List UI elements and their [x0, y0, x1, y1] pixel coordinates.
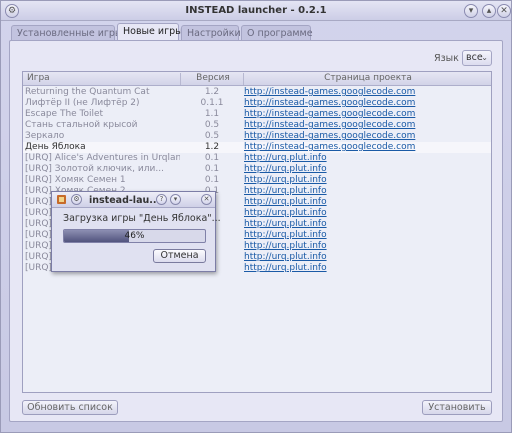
project-page-link[interactable]: http://instead-games.googlecode.com [244, 131, 491, 142]
dialog-title-bar[interactable]: ⚙ instead-lau... ? ▾ ✕ [52, 192, 215, 208]
table-header: Игра Версия Страница проекта [23, 72, 491, 86]
version-cell: 1.2 [204, 142, 220, 152]
window-title: INSTEAD launcher - 0.2.1 [185, 5, 327, 16]
game-name-cell: Зеркало [25, 131, 65, 141]
tab-settings[interactable]: Настройки [181, 25, 241, 41]
column-header-game[interactable]: Игра [27, 73, 50, 83]
minimize-icon[interactable]: ▾ [170, 194, 181, 205]
project-page-link[interactable]: http://urq.plut.info [244, 241, 491, 252]
project-page-link[interactable]: http://urq.plut.info [244, 208, 491, 219]
column-header-project-page[interactable]: Страница проекта [244, 73, 491, 83]
project-page-link[interactable]: http://instead-games.googlecode.com [244, 98, 491, 109]
project-page-link[interactable]: http://instead-games.googlecode.com [244, 142, 491, 153]
table-row[interactable]: Лифтёр II (не Лифтёр 2) 0.1.1 http://inste… [23, 98, 491, 109]
maximize-icon[interactable]: ▴ [482, 4, 496, 18]
version-cell: 0.1 [204, 164, 220, 174]
title-bar[interactable]: ⚙ INSTEAD launcher - 0.2.1 ▾ ▴ ✕ [1, 1, 511, 21]
instead-app-icon [57, 195, 66, 204]
project-page-link[interactable]: http://instead-games.googlecode.com [244, 120, 491, 131]
download-dialog: ⚙ instead-lau... ? ▾ ✕ Загрузка игры "Де… [51, 191, 221, 272]
close-icon[interactable]: ✕ [201, 194, 212, 205]
project-page-link[interactable]: http://urq.plut.info [244, 263, 491, 274]
game-name-cell: [URQ] Хомяк Семен 1 [25, 175, 126, 185]
project-page-link[interactable]: http://urq.plut.info [244, 186, 491, 197]
dialog-title: instead-lau... [89, 195, 161, 206]
dialog-menu-icon[interactable]: ⚙ [71, 194, 82, 205]
tab-about[interactable]: О программе [241, 25, 313, 41]
version-cell: 0.1 [204, 153, 220, 163]
project-page-link[interactable]: http://urq.plut.info [244, 197, 491, 208]
table-row[interactable]: День Яблока 1.2 http://instead-games.googl… [23, 142, 491, 153]
game-name-cell: [URQ] Alice's Adventures in Urqland [25, 153, 180, 163]
project-page-link[interactable]: http://urq.plut.info [244, 164, 491, 175]
table-row[interactable]: [URQ] Хомяк Семен 1 0.1 http://urq.plut.in… [23, 175, 491, 186]
version-cell: 0.5 [204, 131, 220, 141]
column-header-version[interactable]: Версия [193, 73, 233, 83]
download-progress-bar: 46% [63, 229, 206, 243]
table-row[interactable]: Escape The Toilet 1.1 http://instead-games… [23, 109, 491, 120]
project-page-link[interactable]: http://urq.plut.info [244, 175, 491, 186]
project-page-link[interactable]: http://urq.plut.info [244, 252, 491, 263]
table-row[interactable]: Returning the Quantum Cat 1.2 http://inste… [23, 87, 491, 98]
game-name-cell: Returning the Quantum Cat [25, 87, 150, 97]
version-cell: 1.1 [204, 109, 220, 119]
install-button[interactable]: Установить [422, 400, 492, 415]
language-select[interactable]: все ⌄ [462, 50, 492, 66]
launcher-window: ⚙ INSTEAD launcher - 0.2.1 ▾ ▴ ✕ Установ… [0, 0, 512, 433]
project-page-link[interactable]: http://instead-games.googlecode.com [244, 109, 491, 120]
version-cell: 0.1 [204, 175, 220, 185]
project-page-link[interactable]: http://instead-games.googlecode.com [244, 87, 491, 98]
game-name-cell: Лифтёр II (не Лифтёр 2) [25, 98, 140, 108]
table-row[interactable]: Стань стальной крысой 0.5 http://instead-g… [23, 120, 491, 131]
tab-new-games[interactable]: Новые игры [117, 23, 183, 41]
chevron-down-icon: ⌄ [481, 53, 488, 62]
language-select-value: все [466, 52, 483, 63]
help-icon[interactable]: ? [156, 194, 167, 205]
game-name-cell: [URQ] Золотой ключик, или... [25, 164, 164, 174]
cancel-button[interactable]: Отмена [153, 249, 206, 263]
game-name-cell: Стань стальной крысой [25, 120, 138, 130]
game-name-cell: Escape The Toilet [25, 109, 104, 119]
project-page-link[interactable]: http://urq.plut.info [244, 153, 491, 164]
refresh-list-button[interactable]: Обновить список [22, 400, 118, 415]
language-label: Язык [434, 53, 459, 64]
progress-percent: 46% [124, 231, 145, 241]
table-row[interactable]: Зеркало 0.5 http://instead-games.googlecod… [23, 131, 491, 142]
download-message: Загрузка игры "День Яблока"... [63, 213, 221, 224]
version-cell: 0.1.1 [200, 98, 224, 108]
game-name-cell: День Яблока [25, 142, 86, 152]
table-row[interactable]: [URQ] Золотой ключик, или... 0.1 http://ur… [23, 164, 491, 175]
table-row[interactable]: [URQ] Alice's Adventures in Urqland 0.1 ht… [23, 153, 491, 164]
version-cell: 0.5 [204, 120, 220, 130]
column-divider[interactable] [180, 73, 181, 85]
tab-installed-games[interactable]: Установленные игры [11, 25, 122, 41]
version-cell: 1.2 [204, 87, 220, 97]
minimize-icon[interactable]: ▾ [464, 4, 478, 18]
close-icon[interactable]: ✕ [497, 4, 511, 18]
project-page-link[interactable]: http://urq.plut.info [244, 219, 491, 230]
project-page-link[interactable]: http://urq.plut.info [244, 230, 491, 241]
